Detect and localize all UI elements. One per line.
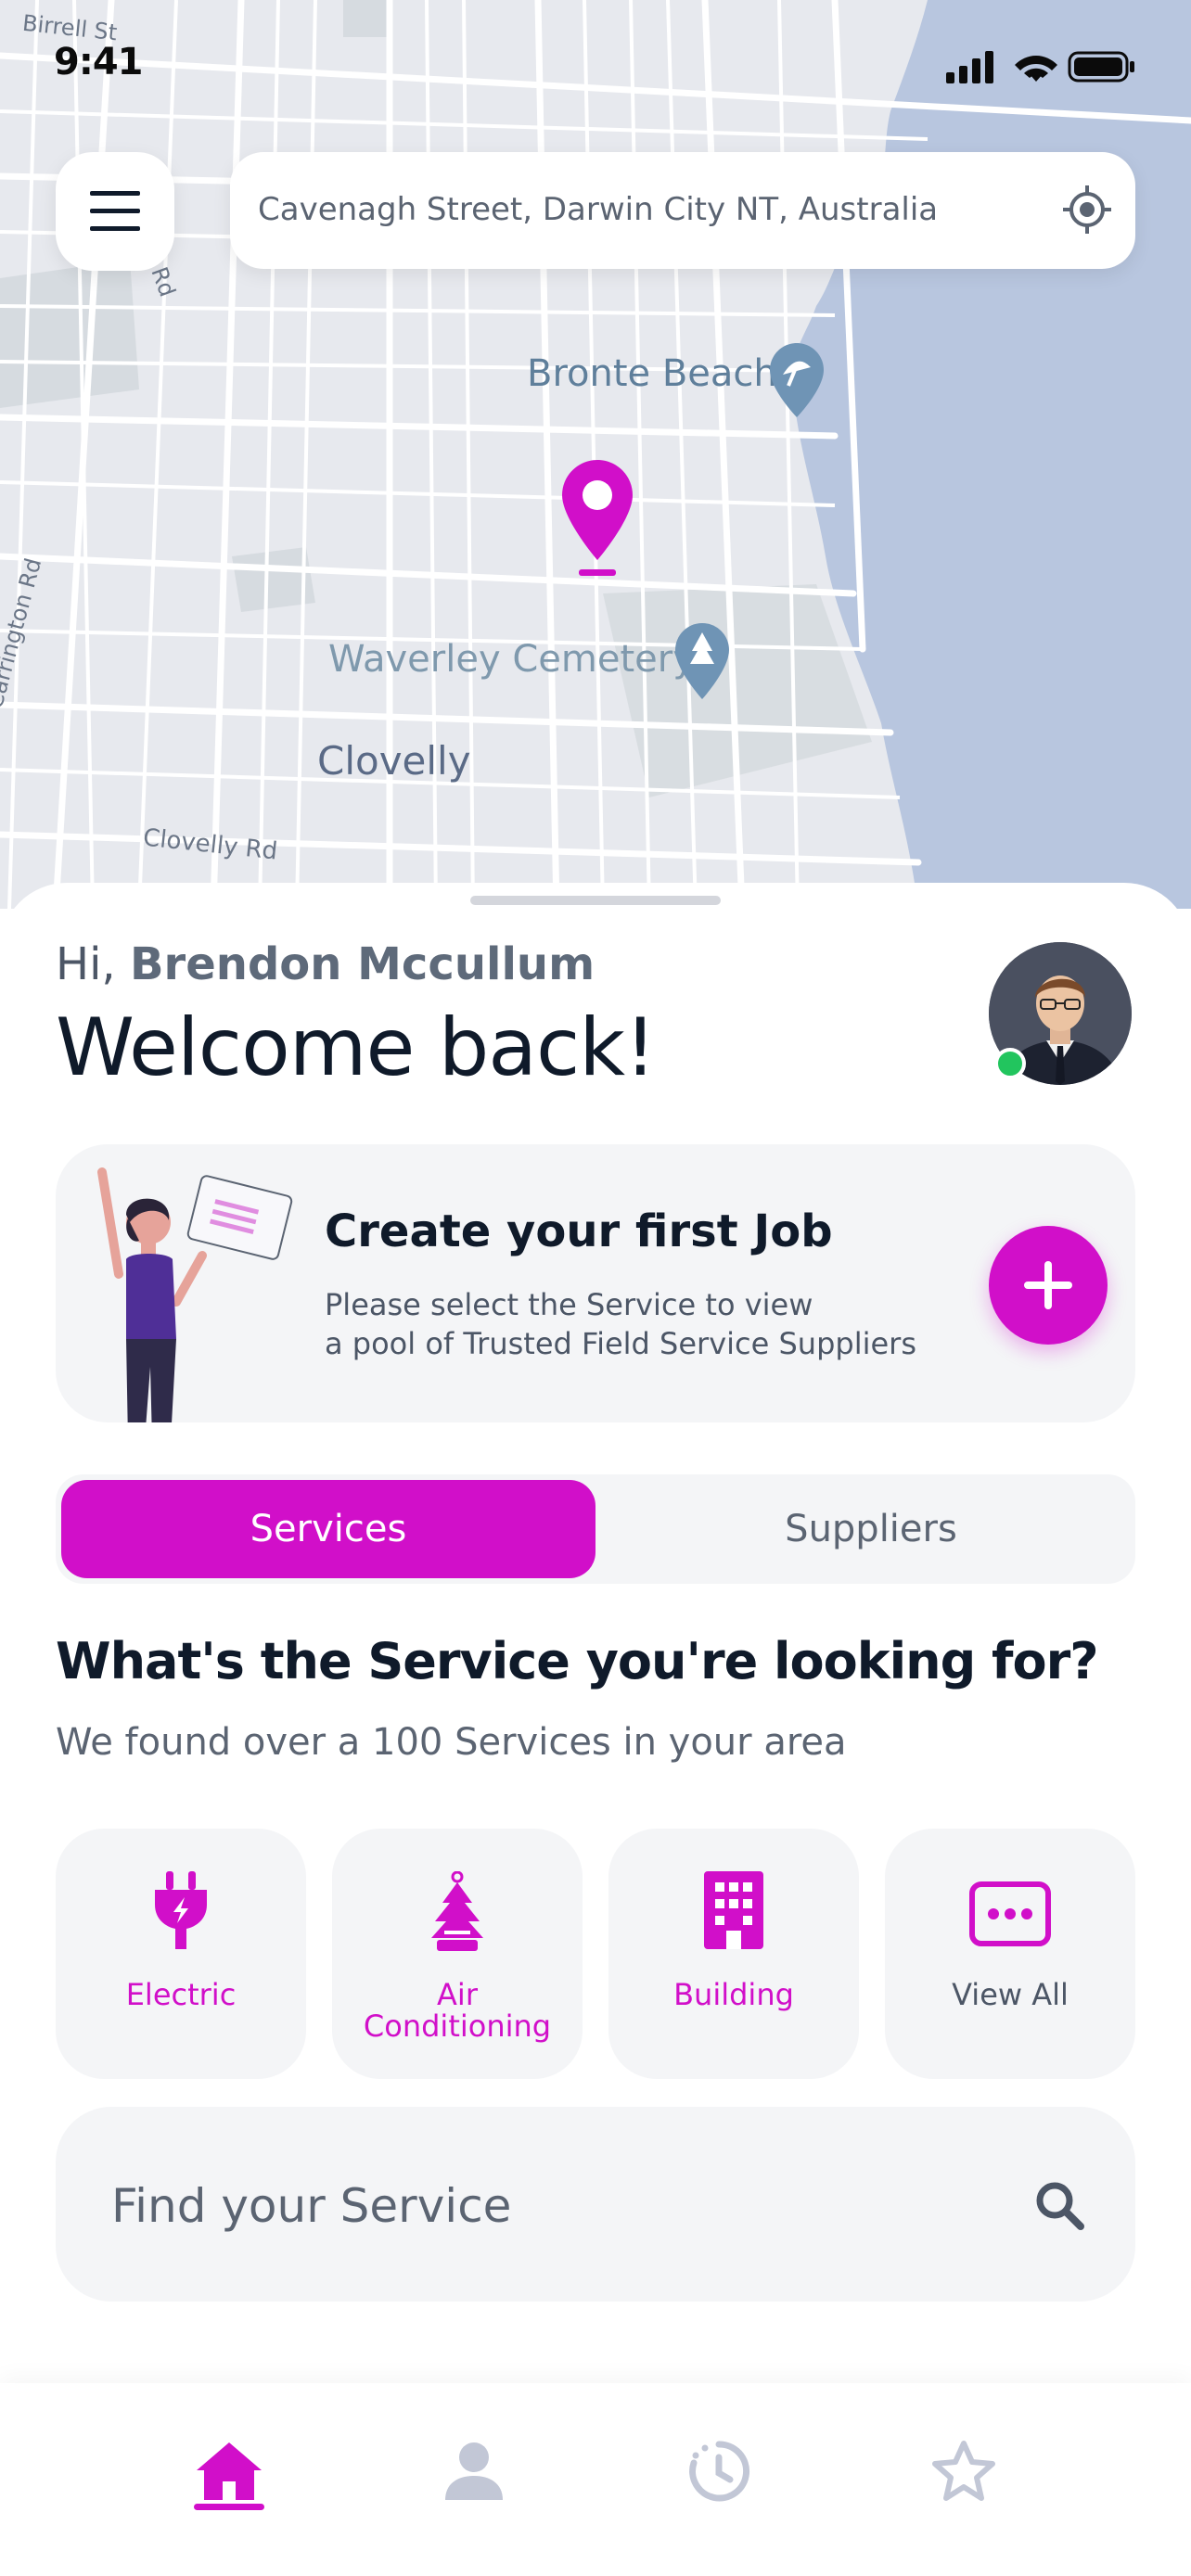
menu-button[interactable] — [56, 152, 174, 271]
greeting: Hi, Brendon Mccullum — [56, 938, 595, 990]
air-freshener-icon — [431, 1871, 483, 1951]
wifi-icon — [1015, 56, 1057, 82]
nav-history[interactable] — [668, 2420, 770, 2522]
map-canvas — [0, 0, 1191, 909]
service-label-building: Building — [673, 1977, 794, 2012]
services-section-title: What's the Service you're looking for? — [56, 1632, 1099, 1690]
map-label-bronte-beach: Bronte Beach — [527, 352, 777, 395]
star-icon — [932, 2441, 995, 2501]
sheet-drag-handle[interactable] — [470, 896, 721, 905]
job-card-subtitle-line2: a pool of Trusted Field Service Supplier… — [325, 1326, 916, 1361]
service-label-electric: Electric — [125, 1977, 237, 2012]
nav-favorites[interactable] — [913, 2420, 1015, 2522]
nav-profile[interactable] — [423, 2420, 525, 2522]
search-icon[interactable] — [1033, 2179, 1085, 2235]
plug-icon — [155, 1871, 207, 1949]
beach-umbrella-icon — [770, 343, 824, 417]
service-label-conditioning: Conditioning — [363, 2009, 552, 2044]
hamburger-menu-icon — [90, 191, 140, 231]
nav-active-indicator — [194, 2504, 264, 2510]
tab-services[interactable]: Services — [61, 1480, 596, 1578]
map-label-waverley-cemetery: Waverley Cemetery — [328, 638, 695, 681]
find-service-input[interactable] — [109, 2159, 948, 2253]
welcome-title: Welcome back! — [56, 1001, 657, 1094]
location-pin-icon[interactable] — [560, 458, 634, 579]
job-card-title: Create your first Job — [325, 1205, 833, 1257]
address-search-bar[interactable]: Cavenagh Street, Darwin City NT, Austral… — [230, 152, 1135, 269]
map-label-clovelly: Clovelly — [317, 738, 471, 784]
cellular-signal-icon — [946, 51, 993, 83]
service-tile-air-conditioning[interactable]: Air Conditioning — [332, 1829, 583, 2079]
more-dots-icon — [969, 1881, 1051, 1946]
find-service-field[interactable] — [56, 2107, 1135, 2302]
home-icon — [197, 2442, 262, 2500]
greeting-hi: Hi, — [56, 938, 116, 990]
bottom-nav — [0, 2383, 1191, 2576]
illustration-woman-with-sign — [97, 1167, 293, 1422]
address-text[interactable]: Cavenagh Street, Darwin City NT, Austral… — [258, 191, 938, 228]
cemetery-pin-icon — [675, 623, 729, 699]
segmented-tabs: Services Suppliers — [56, 1474, 1135, 1584]
service-tile-view-all[interactable]: View All — [885, 1829, 1135, 2079]
map-view[interactable]: Birrell St Rd Bronte Beach Waverley Ceme… — [0, 0, 1191, 909]
status-time: 9:41 — [54, 41, 143, 83]
services-section-subtitle: We found over a 100 Services in your are… — [56, 1721, 847, 1764]
building-icon — [704, 1871, 763, 1949]
service-label-air: Air — [437, 1977, 478, 2012]
user-name: Brendon Mccullum — [129, 938, 596, 990]
add-job-button[interactable] — [989, 1226, 1108, 1345]
history-clock-icon — [689, 2441, 750, 2502]
job-card-subtitle: Please select the Service to view a pool… — [325, 1285, 974, 1363]
online-status-dot — [994, 1048, 1026, 1079]
tab-suppliers[interactable]: Suppliers — [612, 1480, 1130, 1578]
user-icon — [445, 2442, 503, 2500]
service-label-view-all: View All — [952, 1977, 1069, 2012]
service-label-air-conditioning: Air Conditioning — [332, 1979, 583, 2042]
create-job-card[interactable] — [56, 1144, 1135, 1422]
battery-icon — [1068, 51, 1134, 83]
service-tile-electric[interactable]: Electric — [56, 1829, 306, 2079]
plus-icon — [1024, 1261, 1072, 1309]
crosshair-locate-icon[interactable] — [1063, 185, 1111, 237]
job-card-subtitle-line1: Please select the Service to view — [325, 1287, 813, 1322]
service-tile-building[interactable]: Building — [608, 1829, 859, 2079]
status-icons — [942, 48, 1139, 89]
